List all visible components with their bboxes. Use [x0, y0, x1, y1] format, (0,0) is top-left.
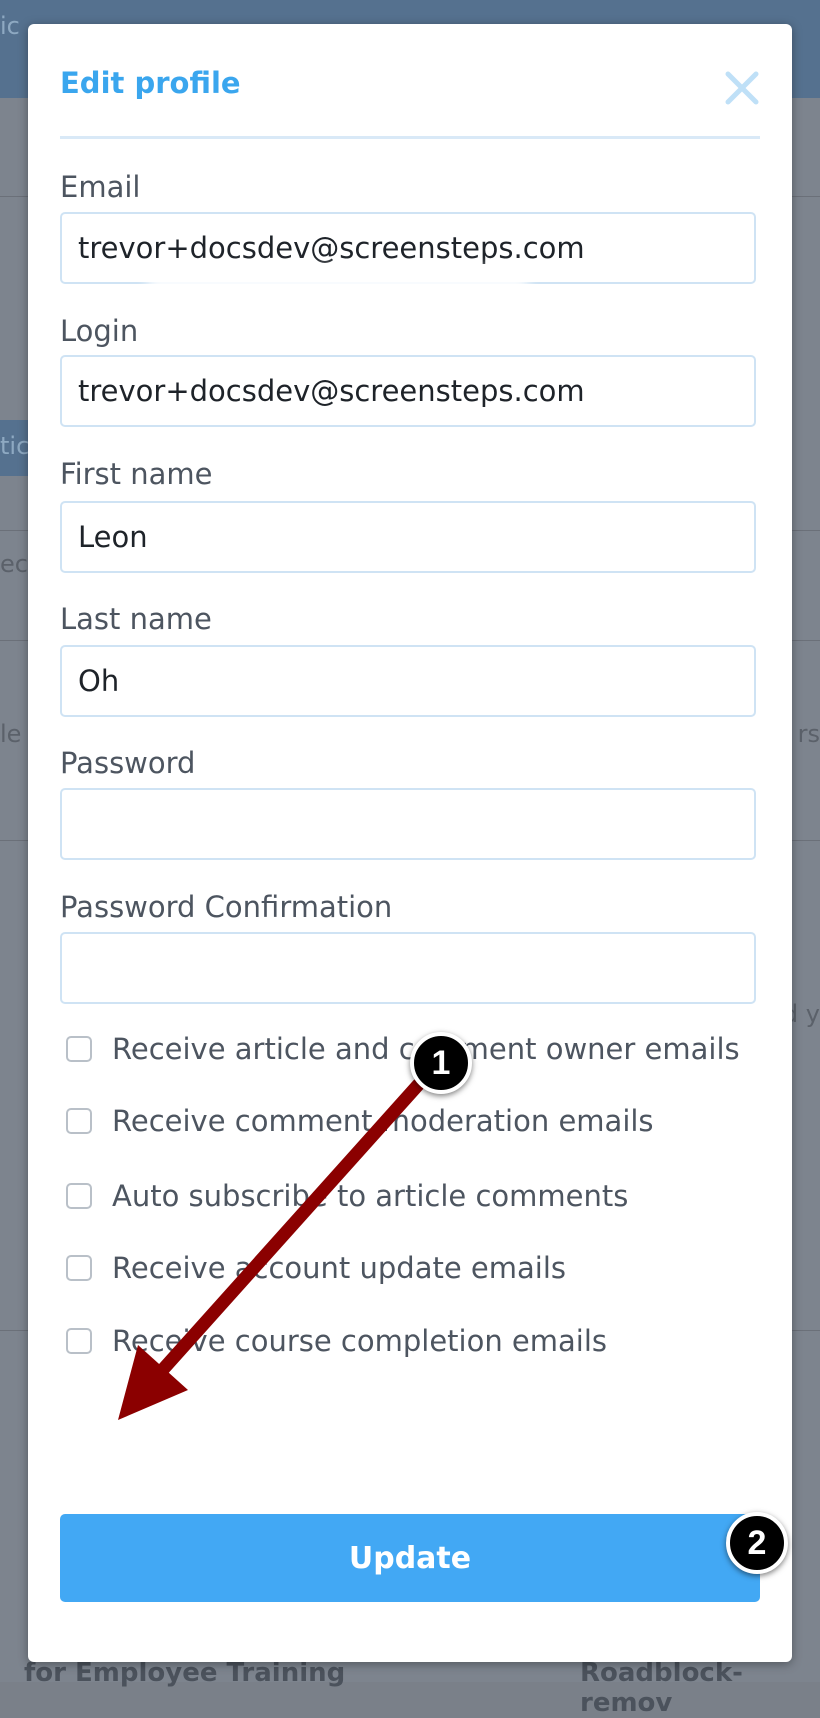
- step-marker-1: 1: [410, 1032, 472, 1094]
- step-marker-2: 2: [726, 1512, 788, 1574]
- annotation-arrow: [118, 1078, 425, 1420]
